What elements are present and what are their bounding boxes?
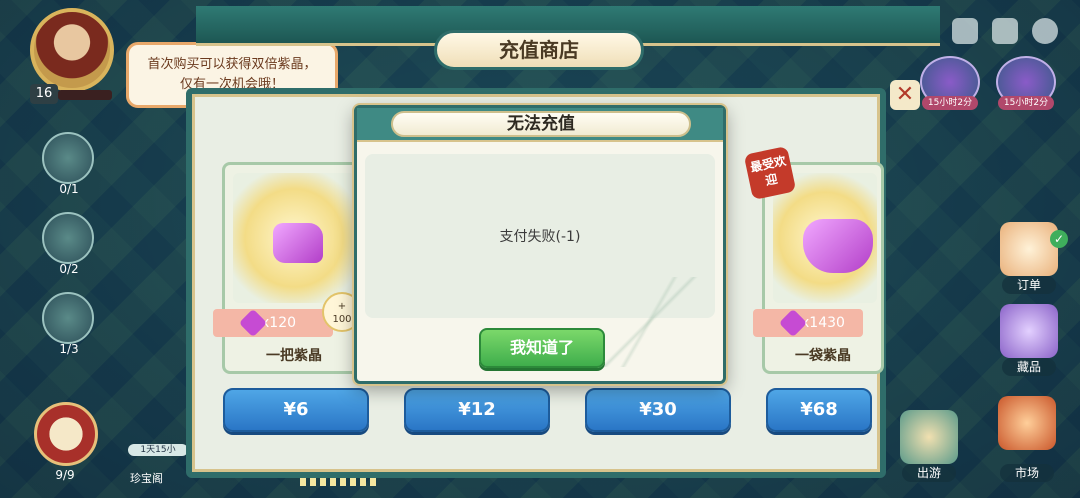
treasure-pavilion-label[interactable]: 珍宝阁 — [130, 470, 163, 486]
card-4-name: 一袋紫晶 — [795, 348, 851, 364]
tooltip-line-1: 首次购买可以获得双倍紫晶， — [147, 57, 317, 72]
xp-bar — [58, 90, 112, 100]
dialog-header: 无法充值 — [357, 108, 723, 142]
left-slot-plant[interactable] — [42, 132, 94, 184]
market-icon[interactable] — [998, 396, 1056, 450]
left-slot-count: 1/3 — [59, 342, 79, 356]
shop-title: 充值商店 — [434, 30, 644, 70]
card-1-qty: x120 — [261, 315, 297, 331]
dialog-ok-button[interactable]: 我知道了 — [479, 328, 605, 368]
right-timer-2-label: 15小时2分 — [998, 96, 1054, 110]
gem-sack-icon — [803, 219, 873, 273]
card-1-art — [233, 173, 355, 303]
card-4-qty: x1430 — [801, 315, 845, 331]
dialog-message: 支付失败(-1) — [499, 229, 581, 245]
left-slot-count: 0/2 — [59, 262, 79, 276]
orders-label: 订单 — [1002, 276, 1056, 294]
most-popular-tag: 最受欢迎 — [743, 145, 797, 201]
left-slot-count: 0/1 — [59, 182, 79, 196]
left-slot-flower[interactable] — [42, 212, 94, 264]
dialog-title: 无法充值 — [391, 111, 691, 137]
card-1-ribbon: x120 — [213, 308, 333, 338]
price-button-3[interactable]: ¥30 — [585, 388, 731, 432]
shop-header-bar-right — [640, 6, 940, 46]
collection-label: 藏品 — [1002, 358, 1056, 376]
orders-icon[interactable] — [1000, 222, 1058, 276]
card-1-name: 一把紫晶 — [266, 348, 322, 364]
travel-label: 出游 — [902, 464, 956, 482]
player-level-badge: 16 — [30, 84, 58, 104]
shop-card-1[interactable]: x120 一把紫晶 — [213, 162, 366, 374]
gem-handful-icon — [273, 223, 323, 263]
orders-check-icon: ✓ — [1050, 230, 1068, 248]
price-button-4[interactable]: ¥68 — [766, 388, 872, 432]
camera-icon[interactable] — [952, 18, 978, 44]
collection-icon[interactable] — [1000, 304, 1058, 358]
bottom-decoration — [300, 478, 380, 486]
right-timer-1-label: 15小时2分 — [922, 96, 978, 110]
settings-gear-icon[interactable] — [1032, 18, 1058, 44]
recharge-error-dialog: 无法充值 支付失败(-1) 我知道了 — [354, 105, 726, 384]
grass-decoration — [589, 277, 709, 367]
card-4-ribbon: x1430 — [753, 308, 863, 338]
travel-icon[interactable] — [900, 410, 958, 464]
notebook-icon[interactable] — [992, 18, 1018, 44]
ribbon-gem-icon — [238, 308, 268, 338]
player-avatar[interactable] — [30, 8, 114, 92]
pearl-basket-icon[interactable] — [34, 402, 98, 466]
treasure-timer: 1天15小 — [128, 444, 188, 456]
shop-close-icon[interactable]: ✕ — [890, 80, 920, 110]
ribbon-gem-icon — [778, 308, 808, 338]
price-button-1[interactable]: ¥6 — [223, 388, 369, 432]
pearl-count: 9/9 — [55, 468, 75, 482]
price-button-2[interactable]: ¥12 — [404, 388, 550, 432]
left-slot-character[interactable] — [42, 292, 94, 344]
market-label: 市场 — [1000, 464, 1054, 482]
